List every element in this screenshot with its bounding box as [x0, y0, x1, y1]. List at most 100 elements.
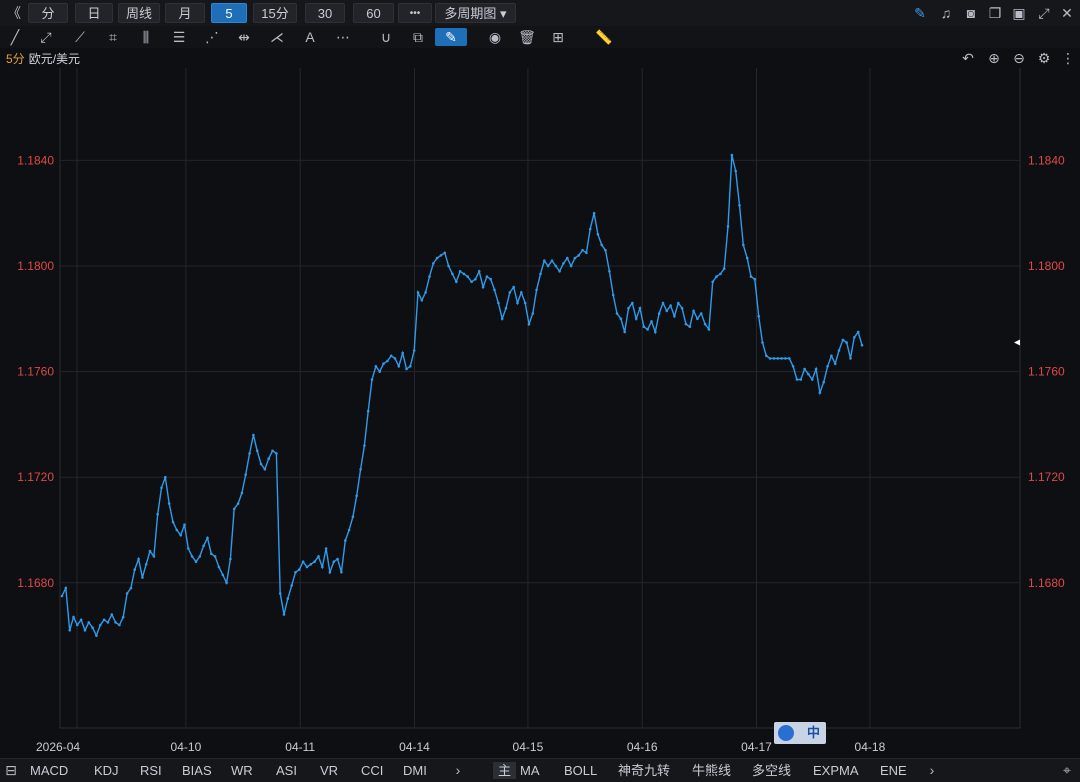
period-bar: 《 分时日线周线月线5分 15分 30分60分 ••• 多周期图 ▾ ✎ ♫ ◙ ❐…	[0, 0, 1080, 41]
grid-icon[interactable]: ⊞	[549, 28, 567, 46]
indicator-tab-asi[interactable]: ASI	[276, 762, 297, 779]
price-point	[588, 227, 592, 231]
pitchfork-tool-icon[interactable]: ⋌	[268, 28, 286, 46]
price-point	[321, 565, 324, 569]
indicator-tab-rsi[interactable]: RSI	[140, 762, 162, 779]
close-icon[interactable]: ✕	[1058, 4, 1076, 22]
indicator-tab-dmi[interactable]: DMI	[403, 762, 427, 779]
more-periods-button[interactable]: •••	[398, 3, 432, 23]
period-button-0[interactable]: 分时	[28, 3, 68, 41]
measure-tool-icon[interactable]: ⇹	[235, 28, 253, 46]
bell-icon[interactable]: ♫	[937, 4, 955, 22]
price-point	[546, 264, 550, 268]
price-point	[198, 555, 202, 558]
price-point	[822, 380, 825, 384]
price-point	[470, 280, 473, 284]
indicator-bar: ⊟ MACD KDJ RSI BIAS WR ASI VR CCI DMI › 主 MA BOLL 神…	[0, 758, 1080, 782]
price-point	[298, 568, 301, 571]
period-button-7[interactable]: 60分	[353, 3, 394, 41]
price-point	[738, 204, 741, 207]
price-point	[217, 565, 221, 569]
y-tick-label-left: 1.1800	[17, 259, 54, 273]
overlay-tab-2[interactable]: BOLL	[564, 762, 597, 779]
indicator-tab-bias[interactable]: BIAS	[182, 762, 212, 779]
trend-tool-icon[interactable]: ⟋	[71, 28, 89, 46]
settings-icon[interactable]: ⚙	[1035, 49, 1053, 67]
price-point	[133, 568, 136, 571]
crop-tool-icon[interactable]: ⌗	[104, 28, 122, 46]
ruler-icon[interactable]: 📏	[595, 28, 613, 46]
overlay-tab-5[interactable]: 多空线	[752, 762, 791, 779]
y-tick-label-right: 1.1720	[1028, 470, 1065, 484]
period-button-4[interactable]: 5分	[211, 3, 247, 41]
language-badge[interactable]: 中	[774, 722, 826, 744]
fan-tool-icon[interactable]: ⋰	[203, 28, 221, 46]
price-point	[803, 367, 806, 371]
overlay-tab-6[interactable]: EXPMA	[813, 762, 859, 779]
price-point	[485, 275, 489, 278]
expand-icon[interactable]: ⤢	[1035, 4, 1053, 22]
pen-icon[interactable]: ✎	[435, 28, 467, 46]
zoom-in-icon[interactable]: ⊕	[985, 49, 1003, 67]
price-point	[374, 365, 378, 368]
multi-period-dropdown[interactable]: 多周期图 ▾	[435, 3, 516, 23]
overlay-tab-7[interactable]: ENE	[880, 762, 907, 779]
price-point	[409, 365, 412, 368]
ray-tool-icon[interactable]: ⤢	[37, 28, 55, 46]
overlay-tab-3[interactable]: 神奇九转	[618, 762, 670, 779]
sidebar-toggle-icon[interactable]: ⊟	[2, 761, 20, 779]
price-chart[interactable]: 1.1840 1.1800 1.1760 1.1720 1.1680 1.1840 1.1…	[0, 68, 1080, 758]
scroll-left-indicators-icon[interactable]: ›	[449, 761, 467, 779]
price-point	[451, 272, 454, 276]
zoom-out-icon[interactable]: ⊖	[1010, 49, 1028, 67]
price-point	[837, 349, 841, 352]
price-point	[72, 615, 75, 619]
price-point	[795, 378, 799, 381]
price-point	[745, 256, 749, 260]
more-tool-icon[interactable]: ⋯	[334, 28, 352, 46]
magnet-icon[interactable]: ∪	[377, 28, 395, 46]
period-button-3[interactable]: 月线	[165, 3, 205, 41]
scroll-right-indicators-icon[interactable]: ›	[923, 761, 941, 779]
indicator-tab-wr[interactable]: WR	[231, 762, 253, 779]
price-point	[550, 259, 554, 262]
period-button-5[interactable]: 15分	[253, 3, 297, 23]
indicator-tab-cci[interactable]: CCI	[361, 762, 383, 779]
collapse-icon[interactable]: 《	[5, 4, 23, 22]
parallel-tool-icon[interactable]: ⫼	[137, 28, 155, 46]
price-point	[788, 357, 791, 360]
period-button-2[interactable]: 周线	[118, 3, 160, 23]
fib-tool-icon[interactable]: ☰	[170, 28, 188, 46]
copy-icon[interactable]: ❐	[986, 4, 1004, 22]
period-button-6[interactable]: 30分	[305, 3, 345, 41]
indicator-tab-macd[interactable]: MACD	[30, 762, 68, 779]
price-point	[366, 409, 370, 413]
trash-icon[interactable]: 🗑	[518, 28, 536, 46]
price-point	[60, 594, 64, 598]
overlay-tab-0[interactable]: 主	[493, 762, 517, 779]
price-point	[680, 306, 684, 310]
price-point	[810, 378, 814, 381]
period-button-1[interactable]: 日线	[75, 3, 113, 41]
indicator-tab-vr[interactable]: VR	[320, 762, 338, 779]
overlay-tab-4[interactable]: 牛熊线	[692, 762, 731, 779]
layers-icon[interactable]: ⧉	[409, 28, 427, 46]
x-tick-label: 04-18	[855, 740, 886, 754]
indicator-tab-kdj[interactable]: KDJ	[94, 762, 119, 779]
price-point	[248, 452, 251, 455]
more-icon[interactable]: ⋮	[1059, 49, 1077, 67]
price-point	[481, 285, 485, 289]
undo-icon[interactable]: ↶	[959, 49, 977, 67]
eye-icon[interactable]: ◉	[486, 28, 504, 46]
price-point	[206, 536, 209, 540]
y-tick-label-left: 1.1840	[17, 153, 54, 167]
location-icon[interactable]: ⌖	[1058, 761, 1076, 779]
edit-icon[interactable]: ✎	[911, 4, 929, 22]
price-point	[428, 275, 431, 278]
camera-icon[interactable]: ◙	[962, 4, 980, 22]
text-tool-icon[interactable]: A	[301, 28, 319, 46]
monitor-icon[interactable]: ▣	[1010, 4, 1028, 22]
overlay-tab-1[interactable]: MA	[520, 762, 540, 779]
line-tool-icon[interactable]: ╱	[6, 28, 24, 46]
price-point	[856, 330, 860, 334]
